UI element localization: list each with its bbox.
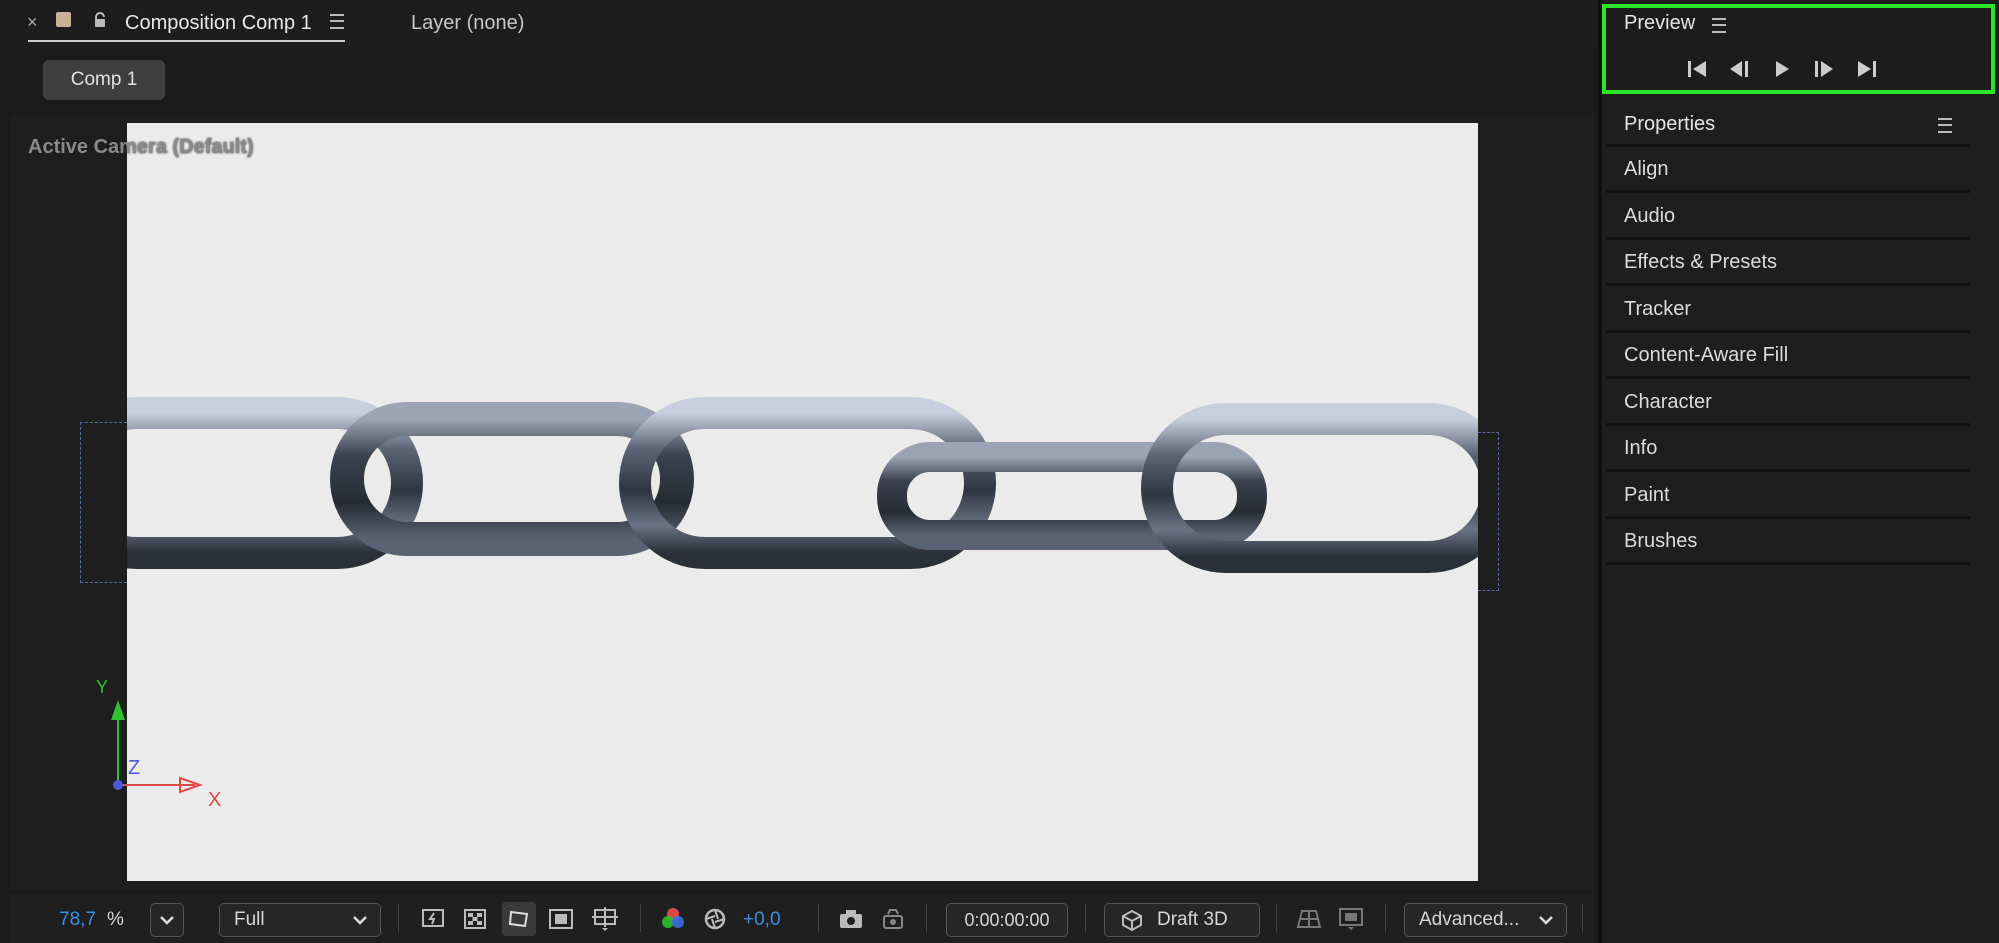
active-tab-indicator: [28, 40, 345, 42]
last-frame-icon[interactable]: [1854, 56, 1880, 82]
toolbar-divider: [1385, 904, 1386, 932]
panel-item-label: Effects & Presets: [1624, 251, 1778, 273]
panel-item-label: Character: [1624, 391, 1712, 413]
toolbar-divider: [1582, 904, 1583, 932]
panel-item-brushes[interactable]: Brushes: [1606, 521, 1970, 565]
panel-item-label: Align: [1624, 158, 1669, 180]
toolbar-divider: [398, 904, 399, 932]
toolbar-divider: [640, 904, 641, 932]
panel-item-label: Audio: [1624, 205, 1676, 227]
channels-icon[interactable]: [658, 904, 688, 934]
comp-breadcrumb-button[interactable]: Comp 1: [43, 60, 165, 100]
color-management-icon[interactable]: [700, 904, 730, 934]
panel-item-label: Info: [1624, 437, 1658, 459]
3d-ground-plane-icon[interactable]: [1294, 904, 1324, 934]
fast-previews-icon[interactable]: [418, 904, 448, 934]
chevron-down-icon: [160, 916, 174, 925]
panel-item-audio[interactable]: Audio: [1606, 196, 1970, 240]
properties-panel-title: Properties: [1624, 113, 1716, 135]
panel-item-tracker[interactable]: Tracker: [1606, 289, 1970, 333]
transparency-grid-icon[interactable]: [460, 904, 490, 934]
extended-viewer-icon[interactable]: [1336, 904, 1366, 934]
panel-item-label: Brushes: [1624, 530, 1698, 552]
tab-menu-icon[interactable]: [330, 14, 344, 29]
draft-3d-toggle[interactable]: Draft 3D: [1104, 903, 1260, 937]
comp-color-swatch[interactable]: [56, 12, 71, 27]
panel-item-character[interactable]: Character: [1606, 382, 1970, 426]
preview-panel-title: Preview: [1624, 12, 1696, 34]
view-mode-value: Advanced...: [1419, 909, 1520, 930]
layer-bounding-box-right: [1478, 432, 1499, 591]
panel-item-label: Tracker: [1624, 298, 1692, 320]
layer-tab[interactable]: Layer (none): [411, 12, 524, 35]
panel-item-info[interactable]: Info: [1606, 428, 1970, 472]
zoom-value[interactable]: 78,7: [59, 909, 96, 931]
preview-menu-icon[interactable]: [1712, 18, 1726, 33]
panel-item-align[interactable]: Align: [1606, 149, 1970, 193]
timecode-value: 0:00:00:00: [964, 909, 1050, 930]
show-snapshot-icon[interactable]: [878, 904, 908, 934]
toolbar-divider: [1085, 904, 1086, 932]
previous-frame-icon[interactable]: [1726, 56, 1752, 82]
zoom-unit: %: [107, 909, 124, 930]
chain-render-image: [127, 397, 1478, 573]
panel-item-label: Content-Aware Fill: [1624, 344, 1789, 366]
axis-z-label: Z: [128, 757, 141, 779]
layer-bounding-box-left: [80, 422, 127, 583]
panel-item-paint[interactable]: Paint: [1606, 475, 1970, 519]
snapshot-camera-icon[interactable]: [836, 904, 866, 934]
chevron-down-icon: [353, 916, 367, 925]
draft-3d-label: Draft 3D: [1157, 909, 1228, 930]
toolbar-divider: [1276, 904, 1277, 932]
panel-item-effects-presets[interactable]: Effects & Presets: [1606, 242, 1970, 286]
exposure-value[interactable]: +0,0: [743, 909, 781, 931]
play-icon[interactable]: [1769, 56, 1795, 82]
draft-3d-icon: [1122, 909, 1142, 932]
panel-item-content-aware-fill[interactable]: Content-Aware Fill: [1606, 335, 1970, 379]
toolbar-divider: [818, 904, 819, 932]
region-of-interest-icon[interactable]: [546, 904, 576, 934]
toolbar-divider: [926, 904, 927, 932]
chevron-down-icon: [1539, 916, 1553, 925]
close-tab-button[interactable]: ×: [27, 12, 38, 33]
next-frame-icon[interactable]: [1811, 56, 1837, 82]
view-mode-dropdown[interactable]: Advanced...: [1404, 903, 1567, 937]
panel-separator: [1606, 144, 1970, 147]
first-frame-icon[interactable]: [1684, 56, 1710, 82]
zoom-dropdown-button[interactable]: [150, 903, 184, 937]
resolution-dropdown[interactable]: Full: [219, 903, 381, 937]
panel-item-label: Paint: [1624, 484, 1670, 506]
resolution-value: Full: [234, 909, 265, 930]
composition-canvas[interactable]: [127, 123, 1478, 881]
mask-visibility-icon[interactable]: [502, 902, 536, 936]
lock-icon[interactable]: [92, 12, 108, 28]
axis-x-label: X: [208, 789, 222, 811]
axis-y-label: Y: [96, 677, 109, 697]
active-camera-label: Active Camera (Default): [28, 136, 254, 158]
composition-tab-title[interactable]: Composition Comp 1: [125, 12, 312, 35]
grid-guides-icon[interactable]: [588, 902, 622, 936]
timecode-field[interactable]: 0:00:00:00: [946, 903, 1068, 937]
properties-menu-icon[interactable]: [1938, 118, 1952, 133]
